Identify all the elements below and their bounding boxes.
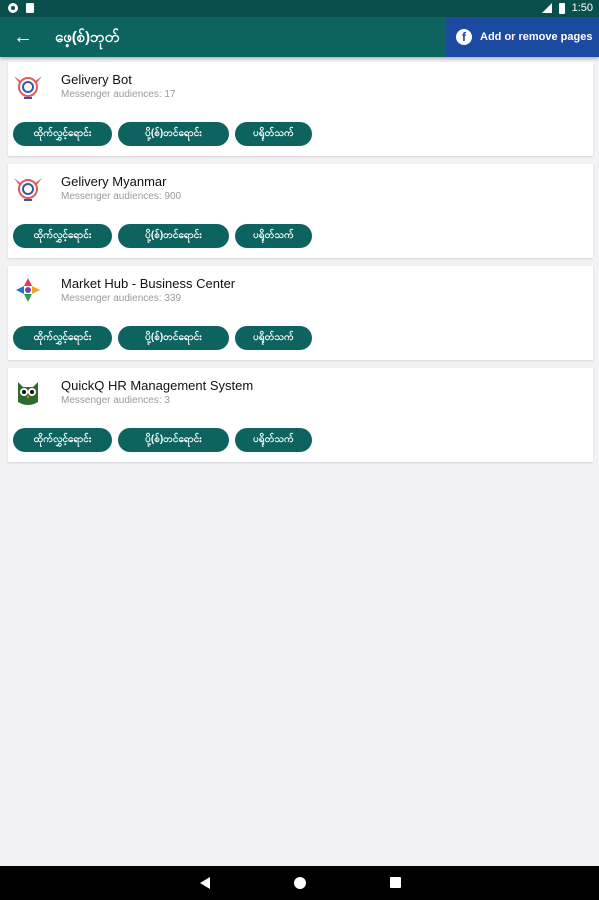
sd-card-icon — [26, 3, 34, 13]
page-name: Gelivery Bot — [61, 72, 132, 87]
gelivery-logo-icon — [14, 76, 42, 99]
app-bar: ← ဖေ့(စ်)ဘုတ် f Add or remove pages — [0, 17, 599, 57]
page-name: QuickQ HR Management System — [61, 378, 254, 393]
page-card: Gelivery Bot Messenger audiences: 17 ထို… — [8, 62, 593, 156]
post-sell-button[interactable]: ပို့(စ်)တင်ရောင်း — [118, 224, 229, 248]
products-button[interactable]: ပရိုတ်သက် — [235, 428, 312, 452]
page-list: Gelivery Bot Messenger audiences: 17 ထို… — [8, 62, 593, 470]
nav-back-icon[interactable] — [200, 877, 210, 889]
add-remove-pages-button[interactable]: f Add or remove pages — [446, 17, 599, 57]
page-audience: Messenger audiences: 17 — [61, 89, 176, 100]
back-arrow-icon[interactable]: ← — [10, 24, 36, 50]
nav-home-icon[interactable] — [294, 877, 306, 889]
page-name: Gelivery Myanmar — [61, 174, 167, 189]
battery-icon — [558, 2, 565, 14]
facebook-icon: f — [456, 29, 472, 45]
post-sell-button[interactable]: ပို့(စ်)တင်ရောင်း — [118, 428, 229, 452]
navigation-bar — [0, 866, 599, 900]
products-button[interactable]: ပရိုတ်သက် — [235, 122, 312, 146]
page-card: QuickQ HR Management System Messenger au… — [8, 368, 593, 462]
live-sell-button[interactable]: ထိုက်လွှင့်ရောင်း — [13, 326, 112, 350]
page-card: Gelivery Myanmar Messenger audiences: 90… — [8, 164, 593, 258]
page-audience: Messenger audiences: 3 — [61, 395, 170, 406]
add-remove-pages-label: Add or remove pages — [480, 31, 593, 43]
live-sell-button[interactable]: ထိုက်လွှင့်ရောင်း — [13, 122, 112, 146]
page-name: Market Hub - Business Center — [61, 276, 236, 291]
page-audience: Messenger audiences: 900 — [61, 191, 182, 202]
quickq-owl-logo-icon — [18, 382, 38, 405]
live-sell-button[interactable]: ထိုက်လွှင့်ရောင်း — [13, 224, 112, 248]
post-sell-button[interactable]: ပို့(စ်)တင်ရောင်း — [118, 122, 229, 146]
nav-recent-apps-icon[interactable] — [390, 877, 401, 888]
status-time: 1:50 — [571, 2, 593, 14]
post-sell-button[interactable]: ပို့(စ်)တင်ရောင်း — [118, 326, 229, 350]
status-bar: 1:50 — [0, 0, 599, 17]
page-title: ဖေ့(စ်)ဘုတ် — [55, 29, 120, 46]
gelivery-logo-icon — [14, 178, 42, 201]
products-button[interactable]: ပရိုတ်သက် — [235, 326, 312, 350]
market-hub-logo-icon — [16, 278, 40, 302]
products-button[interactable]: ပရိုတ်သက် — [235, 224, 312, 248]
notification-icon — [8, 3, 18, 13]
signal-icon — [541, 3, 552, 13]
page-card: Market Hub - Business Center Messenger a… — [8, 266, 593, 360]
page-audience: Messenger audiences: 339 — [61, 293, 182, 304]
live-sell-button[interactable]: ထိုက်လွှင့်ရောင်း — [13, 428, 112, 452]
